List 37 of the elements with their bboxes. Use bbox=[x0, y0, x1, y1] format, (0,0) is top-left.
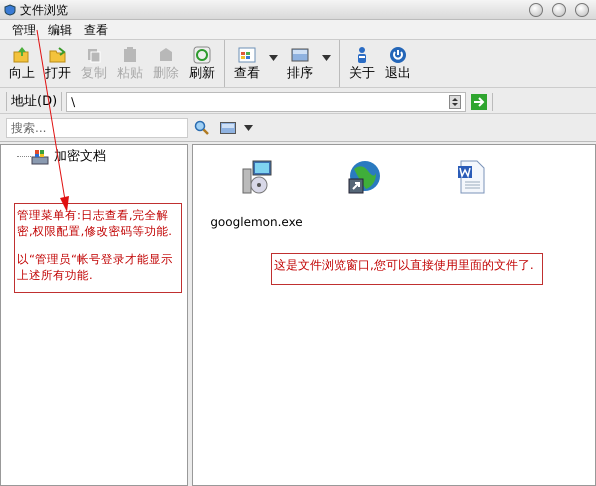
grid-view-icon bbox=[238, 46, 256, 64]
folder-up-icon bbox=[13, 46, 31, 64]
window-control-button[interactable] bbox=[529, 2, 543, 16]
search-icon[interactable] bbox=[194, 120, 210, 136]
annotation-callout: 这是文件浏览窗口,您可以直接使用里面的文件了. bbox=[271, 253, 543, 285]
menu-item[interactable]: 管理 bbox=[12, 20, 36, 38]
window-icon[interactable] bbox=[220, 120, 236, 134]
toolbar-button[interactable]: 退出 bbox=[380, 46, 416, 82]
annotation-text: 管理菜单有:日志查看,完全解密,权限配置,修改密码等功能. bbox=[17, 206, 173, 238]
shield-icon bbox=[4, 4, 16, 16]
clipboard-icon bbox=[121, 46, 139, 64]
window-control-button[interactable] bbox=[575, 2, 589, 16]
toolbar-button[interactable]: 查看 bbox=[229, 46, 265, 82]
open-folder-icon bbox=[49, 46, 67, 64]
toolbar-button[interactable]: 向上 bbox=[4, 46, 40, 82]
menu-item[interactable]: 编辑 bbox=[48, 20, 72, 38]
toolbar-button[interactable]: 关于 bbox=[344, 46, 380, 82]
globe-shortcut-icon bbox=[346, 159, 382, 195]
window-title: 文件浏览 bbox=[20, 2, 68, 18]
refresh-icon bbox=[193, 46, 211, 64]
caret-icon[interactable] bbox=[269, 54, 278, 60]
go-arrow-icon[interactable] bbox=[471, 94, 488, 110]
toolbar-button[interactable]: 刷新 bbox=[184, 46, 220, 82]
annotation-text: 以“管理员“帐号登录才能显示上述所有功能. bbox=[17, 250, 174, 282]
window-control-button[interactable] bbox=[552, 2, 566, 16]
toolbar-button[interactable]: 打开 bbox=[40, 46, 76, 82]
caret-icon[interactable] bbox=[244, 124, 253, 130]
drive-icon bbox=[31, 148, 49, 165]
toolbar-button[interactable]: 排序 bbox=[282, 46, 318, 82]
window-icon bbox=[291, 46, 309, 64]
spinner-icon[interactable] bbox=[449, 94, 462, 108]
menu-item[interactable]: 查看 bbox=[84, 20, 108, 38]
file-name[interactable]: googlemon.exe bbox=[210, 213, 303, 231]
caret-icon[interactable] bbox=[322, 54, 331, 60]
search-field[interactable]: 搜索... bbox=[6, 118, 188, 138]
address-field[interactable]: \ bbox=[66, 92, 466, 112]
power-icon bbox=[389, 46, 407, 64]
